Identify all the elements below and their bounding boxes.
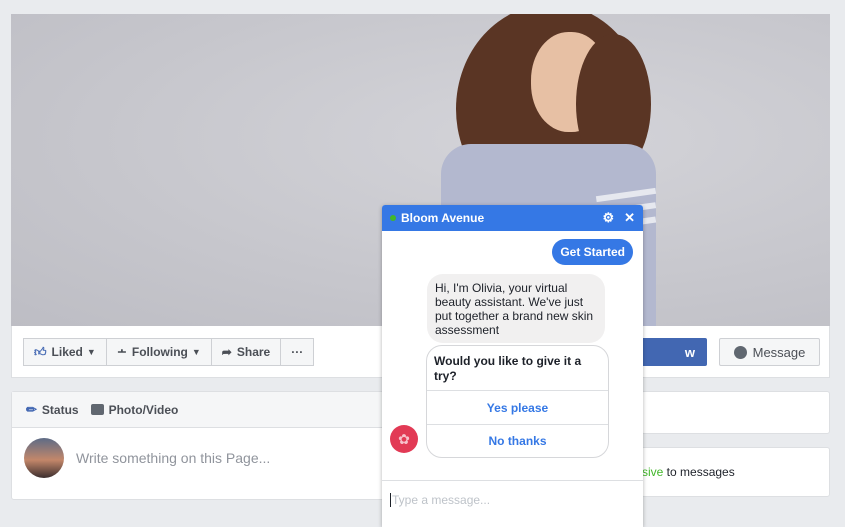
responsiveness-highlight: sive: [642, 465, 664, 479]
message-label: Message: [752, 344, 806, 360]
yes-please-button[interactable]: Yes please: [427, 391, 608, 424]
more-button[interactable]: ···: [280, 338, 315, 366]
camera-icon: [90, 404, 104, 415]
quick-reply-card: Would you like to give it a try? Yes ple…: [426, 345, 609, 458]
messenger-icon: [733, 345, 747, 359]
action-button-group: 👍︎ Liked ▼ ∸ Following ▼ ➦ Share ···: [23, 338, 315, 366]
caret-down-icon: ▼: [191, 347, 201, 357]
messenger-chat-window: Bloom Avenue ⚙︎ ✕ Get Started Hi, I'm Ol…: [382, 205, 643, 527]
chat-message-input[interactable]: [390, 493, 635, 507]
composer-input[interactable]: Write something on this Page...: [76, 450, 270, 466]
responsiveness-card: sive to messages: [641, 447, 830, 497]
tab-status[interactable]: ✏︎ Status: [26, 402, 79, 418]
bot-avatar: ✿: [390, 425, 418, 453]
avatar: [24, 438, 64, 478]
tab-photo-video[interactable]: Photo/Video: [90, 402, 179, 417]
message-button[interactable]: Message: [719, 338, 820, 366]
close-icon[interactable]: ✕: [624, 210, 635, 226]
share-button[interactable]: ➦ Share: [210, 338, 282, 366]
primary-page-button[interactable]: w: [632, 338, 707, 366]
post-composer: ✏︎ Status Photo/Video Write something on…: [11, 391, 441, 500]
no-thanks-button[interactable]: No thanks: [427, 424, 608, 457]
pencil-icon: ✏︎: [26, 401, 37, 417]
chat-page-name: Bloom Avenue: [401, 211, 485, 225]
share-arrow-icon: ➦: [221, 345, 232, 359]
liked-button[interactable]: 👍︎ Liked ▼: [23, 338, 107, 366]
caret-down-icon: ▼: [86, 347, 96, 357]
composer-body: Write something on this Page...: [12, 428, 440, 488]
share-label: Share: [236, 345, 271, 359]
composer-tabs: ✏︎ Status Photo/Video: [12, 392, 440, 428]
liked-label: Liked: [51, 345, 83, 359]
get-started-bubble: Get Started: [552, 239, 633, 265]
bot-message-bubble: Hi, I'm Olivia, your virtual beauty assi…: [427, 274, 605, 343]
tab-photo-video-label: Photo/Video: [108, 402, 179, 417]
more-dots-icon: ···: [291, 345, 304, 359]
chat-composer: [382, 480, 643, 527]
quick-reply-question: Would you like to give it a try?: [427, 346, 608, 391]
sidebar-card: [641, 391, 830, 434]
rss-icon: ∸: [116, 345, 127, 359]
following-label: Following: [131, 345, 188, 359]
online-status-icon: [390, 215, 396, 221]
responsiveness-text: to messages: [663, 465, 735, 479]
tab-status-label: Status: [41, 402, 79, 417]
flower-logo-icon: ✿: [398, 430, 410, 447]
gear-icon[interactable]: ⚙︎: [602, 210, 614, 226]
chat-header[interactable]: Bloom Avenue ⚙︎ ✕: [382, 205, 643, 231]
following-button[interactable]: ∸ Following ▼: [105, 338, 212, 366]
primary-page-button-label: w: [684, 344, 695, 360]
thumbs-up-icon: 👍︎: [34, 344, 47, 359]
